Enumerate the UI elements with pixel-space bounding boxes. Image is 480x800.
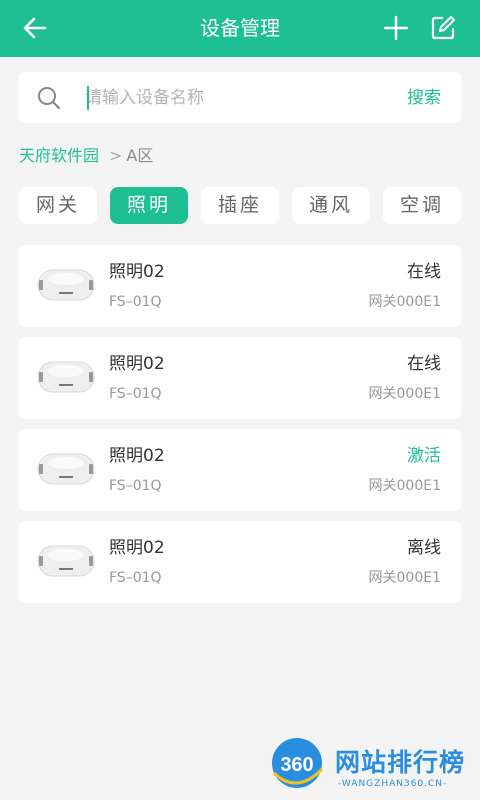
device-status: 在线: [407, 262, 441, 282]
tab-ventilation[interactable]: 通风: [292, 187, 370, 224]
category-tabs: 网关 照明 插座 通风 空调: [19, 187, 461, 224]
plus-icon: [383, 15, 409, 41]
device-gateway: 网关000E1: [368, 294, 441, 310]
device-status: 离线: [407, 538, 441, 558]
watermark-logo-number: 360: [280, 754, 313, 776]
device-model: FS–01Q: [109, 570, 162, 586]
device-card[interactable]: 照明02 FS–01Q 在线 网关000E1: [19, 245, 461, 327]
breadcrumb-current: A区: [126, 146, 154, 165]
breadcrumb-root[interactable]: 天府软件园: [19, 146, 99, 165]
device-card[interactable]: 照明02 FS–01Q 在线 网关000E1: [19, 337, 461, 419]
device-name: 照明02: [109, 354, 165, 374]
tab-gateway[interactable]: 网关: [19, 187, 97, 224]
device-status: 激活: [407, 446, 441, 466]
text-cursor: [87, 86, 89, 110]
light-device-icon: [37, 453, 95, 485]
light-device-icon: [37, 269, 95, 301]
search-bar: 搜索: [19, 72, 461, 123]
search-icon: [38, 87, 61, 110]
search-input[interactable]: [85, 85, 385, 111]
tab-air-conditioning[interactable]: 空调: [383, 187, 461, 224]
edit-icon: [431, 16, 455, 40]
device-status: 在线: [407, 354, 441, 374]
device-model: FS–01Q: [109, 386, 162, 402]
light-device-icon: [37, 545, 95, 577]
watermark-logo: 360: [272, 738, 324, 788]
device-name: 照明02: [109, 538, 165, 558]
add-device-button[interactable]: [381, 13, 411, 43]
watermark-subtitle: -WANGZHAN360.CN-: [338, 779, 448, 789]
watermark: 360 网站排行榜 -WANGZHAN360.CN-: [266, 735, 476, 795]
device-model: FS–01Q: [109, 294, 162, 310]
tab-socket[interactable]: 插座: [201, 187, 279, 224]
light-device-icon: [37, 361, 95, 393]
app-header: 设备管理: [0, 0, 480, 57]
device-name: 照明02: [109, 262, 165, 282]
device-gateway: 网关000E1: [368, 386, 441, 402]
device-gateway: 网关000E1: [368, 478, 441, 494]
search-button[interactable]: 搜索: [407, 85, 441, 111]
device-model: FS–01Q: [109, 478, 162, 494]
device-card[interactable]: 照明02 FS–01Q 离线 网关000E1: [19, 521, 461, 603]
tab-lighting[interactable]: 照明: [110, 187, 188, 224]
device-gateway: 网关000E1: [368, 570, 441, 586]
breadcrumb-separator: >: [109, 146, 123, 165]
device-name: 照明02: [109, 446, 165, 466]
edit-button[interactable]: [428, 13, 458, 43]
watermark-title: 网站排行榜: [335, 748, 466, 777]
breadcrumb: 天府软件园 > A区: [19, 145, 153, 167]
device-card[interactable]: 照明02 FS–01Q 激活 网关000E1: [19, 429, 461, 511]
